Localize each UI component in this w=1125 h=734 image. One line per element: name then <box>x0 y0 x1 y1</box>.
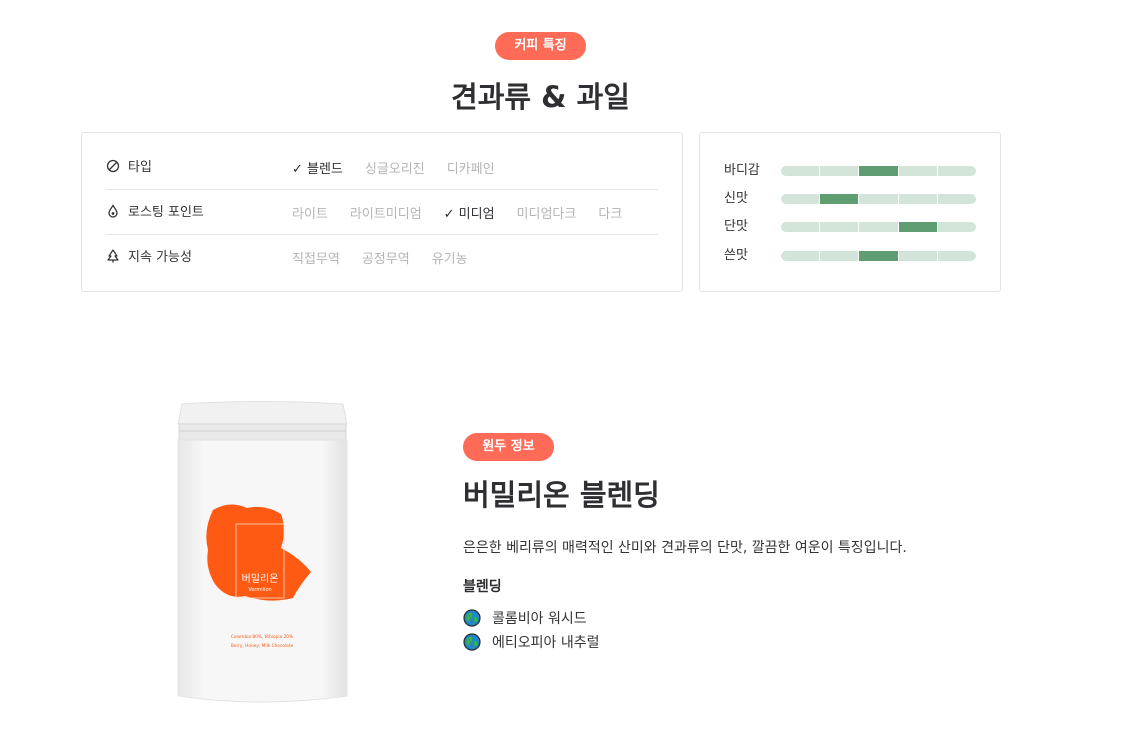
taste-bar-segment <box>820 222 860 232</box>
attribute-label: 타입 <box>128 160 152 175</box>
taste-row-body: 바디감 <box>724 161 984 181</box>
check-icon: ✓ <box>443 207 455 222</box>
taste-label: 신맛 <box>724 191 748 206</box>
taste-bar-segment <box>820 194 860 204</box>
taste-bar-segment <box>938 251 976 261</box>
attribute-row-sustainability: 지속 가능성 직접무역 공정무역 유기농 <box>106 235 658 280</box>
blend-heading: 블렌딩 <box>463 579 502 595</box>
taste-bar-segment <box>938 222 976 232</box>
feature-title: 견과류 & 과일 <box>451 80 630 114</box>
taste-bar-segment <box>781 166 821 176</box>
taste-label: 단맛 <box>724 219 748 234</box>
option-medium-dark: 미디엄다크 <box>516 207 577 222</box>
attribute-label: 로스팅 포인트 <box>128 205 204 220</box>
attributes-card: 타입 ✓ 블렌드 싱글오리진 디카페인 로스팅 포인트 라이트 라이트미디엄 ✓ 미… <box>81 132 683 292</box>
coffee-features-badge: 커피 특징 <box>495 32 586 60</box>
option-dark: 다크 <box>598 207 623 222</box>
bag-origin-line: Colombia 80%, Ethiopia 20% <box>231 634 293 640</box>
tree-icon <box>107 249 119 263</box>
type-options: ✓ 블렌드 싱글오리진 디카페인 <box>292 145 495 190</box>
origin-item: 에티오피아 내추럴 <box>463 631 600 653</box>
option-light-medium: 라이트미디엄 <box>349 207 422 222</box>
origin-label: 콜롬비아 워시드 <box>492 611 587 627</box>
bean-info-badge: 원두 정보 <box>463 433 554 461</box>
taste-row-sweetness: 단맛 <box>724 217 984 237</box>
origin-label: 에티오피아 내추럴 <box>492 635 600 651</box>
taste-bar <box>781 166 976 176</box>
option-medium: ✓ 미디엄 <box>443 207 495 222</box>
taste-bar-segment <box>820 166 860 176</box>
leaf-icon <box>106 159 120 173</box>
taste-label: 바디감 <box>724 163 760 178</box>
bean-description: 은은한 베리류의 매력적인 산미와 견과류의 단맛, 깔끔한 여운이 특징입니다… <box>463 540 907 556</box>
taste-bar-segment <box>899 166 938 176</box>
option-decaf: 디카페인 <box>446 162 495 177</box>
taste-bar <box>781 194 976 204</box>
taste-bar-segment <box>859 166 899 176</box>
taste-bar-segment <box>781 194 821 204</box>
taste-bar-segment <box>781 222 821 232</box>
taste-bar-segment <box>899 194 938 204</box>
attribute-row-type: 타입 ✓ 블렌드 싱글오리진 디카페인 <box>106 145 658 190</box>
option-organic: 유기농 <box>431 252 468 267</box>
option-fair-trade: 공정무역 <box>361 252 410 267</box>
attribute-row-roast: 로스팅 포인트 라이트 라이트미디엄 ✓ 미디엄 미디엄다크 다크 <box>106 190 658 235</box>
bag-notes-line: Berry, Honey, Milk Chocolate <box>231 643 294 649</box>
taste-bar <box>781 251 976 261</box>
drop-icon <box>108 204 118 218</box>
taste-bar-segment <box>859 222 899 232</box>
taste-bar-segment <box>938 194 976 204</box>
taste-bar-segment <box>859 194 899 204</box>
option-single-origin: 싱글오리진 <box>364 162 425 177</box>
bag-subtitle: Vermilion <box>248 587 271 593</box>
option-light: 라이트 <box>292 207 328 222</box>
check-icon: ✓ <box>292 162 303 177</box>
option-direct-trade: 직접무역 <box>292 252 340 267</box>
roast-options: 라이트 라이트미디엄 ✓ 미디엄 미디엄다크 다크 <box>292 190 622 235</box>
taste-bar-segment <box>781 251 821 261</box>
taste-label: 쓴맛 <box>724 248 748 263</box>
globe-icon <box>463 633 481 651</box>
taste-bar-segment <box>898 222 938 232</box>
taste-bar-segment <box>938 166 976 176</box>
taste-row-acidity: 신맛 <box>724 189 984 209</box>
taste-bar <box>781 222 976 232</box>
origin-item: 콜롬비아 워시드 <box>463 607 587 629</box>
taste-bar-segment <box>859 251 899 261</box>
sustainability-options: 직접무역 공정무역 유기농 <box>292 235 468 280</box>
taste-row-bitterness: 쓴맛 <box>724 246 984 266</box>
attribute-label: 지속 가능성 <box>128 250 192 265</box>
taste-bar-segment <box>820 251 860 261</box>
globe-icon <box>463 609 481 627</box>
product-bag-image: 버밀리온 Vermilion Colombia 80%, Ethiopia 20… <box>177 401 348 703</box>
bean-title: 버밀리온 블렌딩 <box>463 478 660 512</box>
taste-bar-segment <box>899 251 938 261</box>
taste-card: 바디감 신맛 단맛 쓴맛 <box>699 132 1001 292</box>
bag-name: 버밀리온 <box>242 573 279 585</box>
option-blend: ✓ 블렌드 <box>292 162 343 177</box>
